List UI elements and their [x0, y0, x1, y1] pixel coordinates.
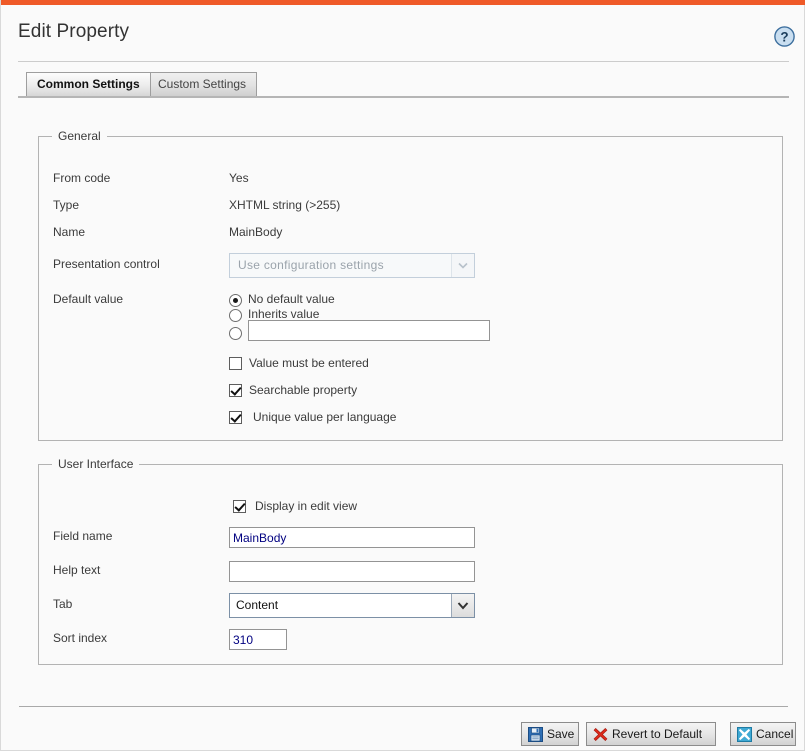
- save-button[interactable]: Save: [521, 722, 579, 746]
- tab-custom-settings-label: Custom Settings: [158, 77, 247, 91]
- header-divider: [18, 61, 789, 62]
- tab-strip-base: [18, 96, 789, 98]
- tab-select[interactable]: Content: [229, 593, 475, 618]
- checkbox-searchable-property[interactable]: [229, 384, 242, 397]
- checkbox-value-must-be-entered-label[interactable]: Value must be entered: [249, 356, 369, 370]
- row-help-text: Help text: [39, 561, 782, 583]
- row-searchable-property: Searchable property: [39, 383, 782, 404]
- cancel-cross-icon: [737, 727, 752, 742]
- field-name-input[interactable]: [229, 527, 475, 548]
- help-text-input[interactable]: [229, 561, 475, 582]
- row-type: Type XHTML string (>255): [39, 198, 782, 218]
- footer-divider: [19, 706, 788, 707]
- radio-custom-value[interactable]: [229, 327, 242, 340]
- tab-common-settings-label: Common Settings: [37, 77, 140, 91]
- revert-to-default-button[interactable]: Revert to Default: [586, 722, 716, 746]
- checkbox-unique-value-per-language[interactable]: [229, 411, 242, 424]
- radio-inherits-value[interactable]: [229, 309, 242, 322]
- red-x-cross-icon: [593, 727, 608, 742]
- name-label: Name: [53, 225, 86, 239]
- tab-select-value: Content: [236, 598, 279, 612]
- type-label: Type: [53, 198, 80, 212]
- cancel-button-label: Cancel: [756, 727, 794, 741]
- chevron-down-icon: [451, 594, 474, 617]
- edit-property-page: Edit Property ? Common Settings Custom S…: [0, 0, 805, 751]
- tab-common-settings[interactable]: Common Settings: [26, 72, 151, 96]
- row-display-in-edit-view: Display in edit view: [39, 499, 782, 520]
- chevron-down-icon: [451, 254, 474, 277]
- general-fieldset: General From code Yes Type XHTML string …: [38, 129, 783, 441]
- tab-custom-settings[interactable]: Custom Settings: [147, 72, 258, 96]
- radio-inherits-value-label[interactable]: Inherits value: [248, 307, 319, 321]
- presentation-control-select: Use configuration settings: [229, 253, 475, 278]
- tab-strip: Common Settings Custom Settings: [1, 72, 805, 98]
- checkbox-searchable-property-label[interactable]: Searchable property: [249, 383, 357, 397]
- floppy-disk-save-icon: [528, 727, 543, 742]
- checkbox-value-must-be-entered[interactable]: [229, 357, 242, 370]
- sort-index-input[interactable]: [229, 629, 287, 650]
- sort-index-label: Sort index: [53, 631, 108, 645]
- checkbox-display-in-edit-view-label[interactable]: Display in edit view: [255, 499, 357, 513]
- row-unique-value-per-language: Unique value per language: [39, 410, 782, 431]
- row-sort-index: Sort index: [39, 629, 782, 651]
- save-button-label: Save: [547, 727, 575, 741]
- general-legend: General: [52, 129, 107, 143]
- row-presentation-control: Presentation control Use configuration s…: [39, 253, 782, 279]
- row-from-code: From code Yes: [39, 171, 782, 191]
- name-value: MainBody: [229, 225, 283, 239]
- cancel-button[interactable]: Cancel: [730, 722, 796, 746]
- row-field-name: Field name: [39, 527, 782, 549]
- radio-no-default-value[interactable]: [229, 294, 242, 307]
- row-value-must-be-entered: Value must be entered: [39, 356, 782, 377]
- default-custom-value-input[interactable]: [248, 320, 490, 341]
- svg-text:?: ?: [780, 29, 788, 44]
- tab-label: Tab: [53, 597, 73, 611]
- default-value-label: Default value: [53, 292, 124, 306]
- checkbox-display-in-edit-view[interactable]: [233, 500, 246, 513]
- presentation-control-value: Use configuration settings: [238, 258, 384, 272]
- user-interface-fieldset: User Interface Display in edit view Fiel…: [38, 457, 783, 665]
- from-code-value: Yes: [229, 171, 249, 185]
- user-interface-legend: User Interface: [52, 457, 140, 471]
- page-title: Edit Property: [18, 21, 130, 42]
- presentation-control-label: Presentation control: [53, 257, 160, 271]
- help-text-label: Help text: [53, 563, 101, 577]
- checkbox-unique-value-per-language-label[interactable]: Unique value per language: [253, 410, 396, 424]
- radio-no-default-value-label[interactable]: No default value: [248, 292, 335, 306]
- row-tab: Tab Content: [39, 593, 782, 619]
- page-header: Edit Property ?: [1, 5, 805, 62]
- help-icon[interactable]: ?: [774, 26, 795, 47]
- field-name-label: Field name: [53, 529, 113, 543]
- row-name: Name MainBody: [39, 225, 782, 245]
- type-value: XHTML string (>255): [229, 198, 341, 212]
- from-code-label: From code: [53, 171, 111, 185]
- revert-to-default-button-label: Revert to Default: [612, 727, 703, 741]
